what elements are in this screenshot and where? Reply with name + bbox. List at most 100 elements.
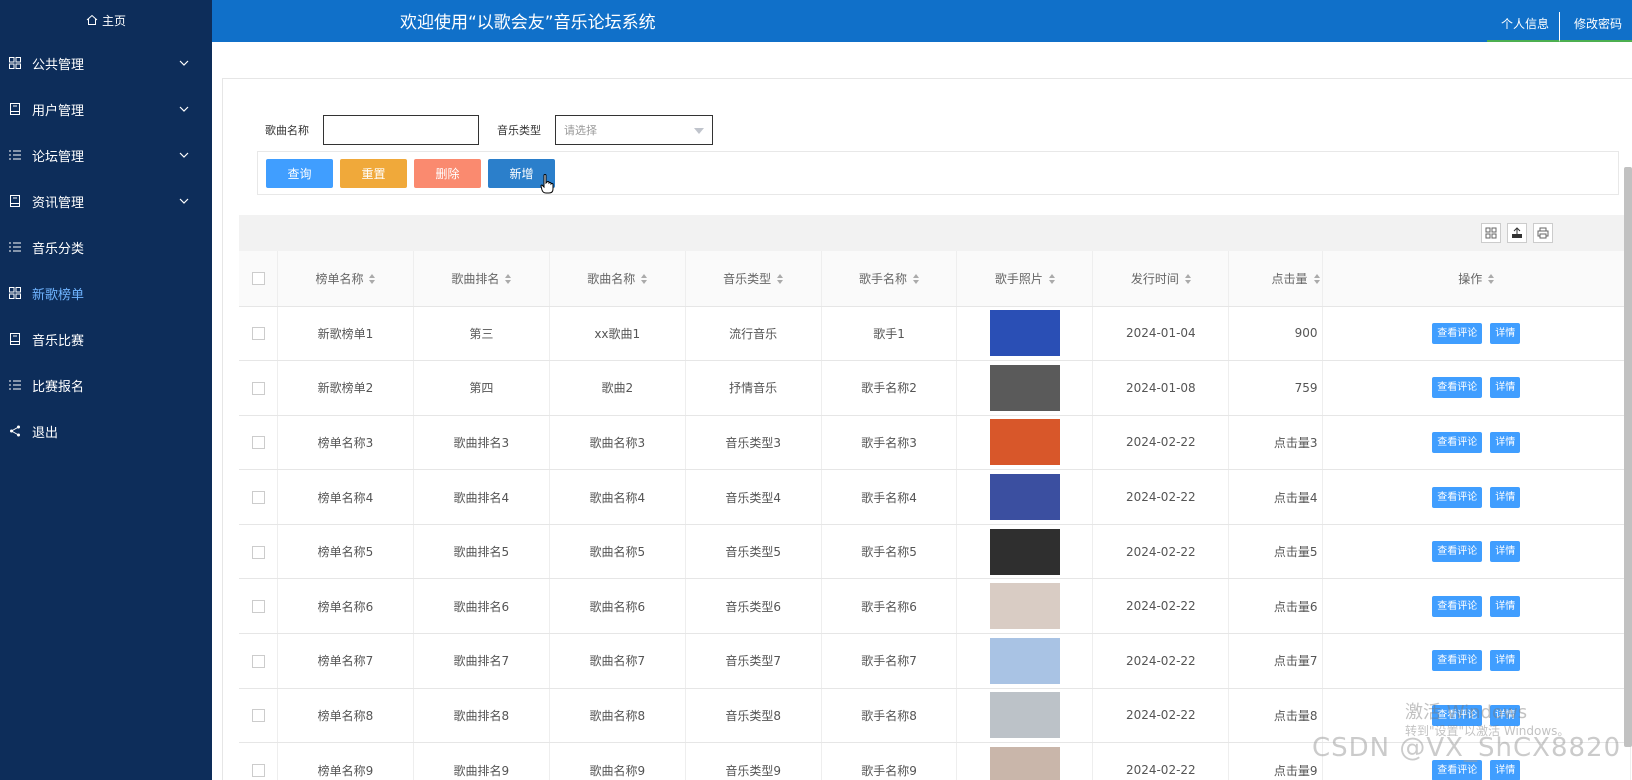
sidebar-item[interactable]: 论坛管理 [0, 132, 212, 178]
sidebar-item[interactable]: 新歌榜单 [0, 270, 212, 316]
rank-cell: 第三 [413, 306, 550, 362]
singer-photo[interactable] [989, 364, 1060, 411]
delete-button[interactable]: 删除 [414, 159, 481, 188]
table-header-row: 榜单名称 歌曲排名 歌曲名称 音乐类型 歌手名称 歌手照片 发行时间 点击量 操… [239, 251, 1632, 307]
row-checkbox[interactable] [251, 709, 265, 723]
song-name-cell: xx歌曲1 [549, 306, 686, 362]
home-icon [86, 14, 98, 25]
singer-photo[interactable] [989, 474, 1060, 521]
rank-cell: 歌曲排名6 [413, 578, 550, 635]
table-row: 新歌榜单1 第三 xx歌曲1 流行音乐 歌手1 2024-01-04 900 查看评论 详情 [239, 306, 1632, 362]
row-checkbox[interactable] [251, 381, 265, 395]
singer-photo-cell [956, 742, 1094, 780]
sidebar-item[interactable]: 公共管理 [0, 40, 212, 86]
top-header: 欢迎使用“以歌会友”音乐论坛系统 个人信息 修改密码 [212, 0, 1632, 42]
sort-icon [1488, 274, 1495, 285]
csdn-watermark: CSDN @VX_ShCX8820 [1312, 733, 1622, 763]
music-type-cell: 音乐类型6 [685, 578, 822, 635]
change-password-link[interactable]: 修改密码 [1558, 12, 1632, 42]
view-comments-button[interactable]: 查看评论 [1432, 650, 1483, 672]
detail-button[interactable]: 详情 [1490, 595, 1521, 617]
columns-filter-button[interactable] [1481, 223, 1501, 243]
view-comments-button[interactable]: 查看评论 [1432, 486, 1483, 508]
row-checkbox[interactable] [251, 654, 265, 668]
profile-link[interactable]: 个人信息 [1486, 12, 1559, 42]
print-button[interactable] [1533, 223, 1553, 243]
row-checkbox[interactable] [251, 764, 265, 778]
sidebar-item[interactable]: 用户管理 [0, 86, 212, 132]
rank-cell: 第四 [413, 360, 550, 416]
sidebar-item[interactable]: 音乐分类 [0, 224, 212, 270]
column-header[interactable]: 发行时间 [1092, 251, 1230, 307]
chevron-down-icon [179, 198, 189, 204]
detail-button[interactable]: 详情 [1490, 431, 1521, 453]
column-header[interactable]: 歌曲名称 [549, 251, 686, 307]
sidebar-item[interactable]: 退出 [0, 408, 212, 454]
chevron-down-icon [179, 152, 189, 158]
sidebar-item-label: 新歌榜单 [32, 287, 85, 303]
song-name-cell: 歌曲名称9 [549, 742, 686, 780]
view-comments-button[interactable]: 查看评论 [1432, 595, 1483, 617]
list-icon [8, 148, 22, 162]
actions-cell: 查看评论 详情 [1322, 633, 1632, 689]
column-header[interactable]: 榜单名称 [277, 251, 414, 307]
singer-photo[interactable] [989, 692, 1060, 739]
detail-button[interactable]: 详情 [1490, 650, 1521, 672]
singer-photo[interactable] [989, 310, 1060, 357]
row-checkbox[interactable] [251, 545, 265, 559]
actions-cell: 查看评论 详情 [1322, 306, 1632, 362]
release-date-cell: 2024-01-08 [1092, 360, 1230, 416]
reset-button[interactable]: 重置 [340, 159, 407, 188]
list-name-cell: 榜单名称4 [277, 469, 414, 525]
singer-name-cell: 歌手1 [821, 306, 958, 362]
singer-photo[interactable] [989, 583, 1060, 630]
column-header[interactable]: 歌手名称 [821, 251, 958, 307]
column-header[interactable]: 音乐类型 [685, 251, 822, 307]
share-icon [8, 424, 22, 438]
detail-button[interactable]: 详情 [1490, 322, 1521, 344]
view-comments-button[interactable]: 查看评论 [1432, 431, 1483, 453]
book-icon [8, 102, 22, 116]
column-header[interactable]: 点击量 [1228, 251, 1323, 307]
row-checkbox[interactable] [251, 327, 265, 341]
grid-icon [8, 56, 22, 70]
view-comments-button[interactable]: 查看评论 [1432, 541, 1483, 563]
sidebar-home[interactable]: 主页 [0, 0, 212, 40]
view-comments-button[interactable]: 查看评论 [1432, 377, 1483, 399]
column-header[interactable]: 歌手照片 [956, 251, 1094, 307]
singer-photo[interactable] [989, 747, 1060, 780]
detail-button[interactable]: 详情 [1490, 486, 1521, 508]
chevron-down-icon [694, 128, 704, 134]
singer-name-cell: 歌手名称9 [821, 742, 958, 780]
song-name-input[interactable] [323, 115, 479, 145]
column-header[interactable]: 歌曲排名 [413, 251, 550, 307]
select-all-checkbox[interactable] [251, 272, 265, 286]
release-date-cell: 2024-02-22 [1092, 415, 1230, 471]
song-name-cell: 歌曲名称8 [549, 688, 686, 744]
vertical-scrollbar[interactable] [1624, 167, 1632, 747]
row-checkbox[interactable] [251, 436, 265, 450]
detail-button[interactable]: 详情 [1490, 541, 1521, 563]
row-checkbox[interactable] [251, 491, 265, 505]
music-type-select[interactable]: 请选择 [555, 115, 713, 145]
list-name-cell: 榜单名称9 [277, 742, 414, 780]
actions-cell: 查看评论 详情 [1322, 524, 1632, 580]
music-type-cell: 音乐类型5 [685, 524, 822, 580]
sidebar-item[interactable]: 比赛报名 [0, 362, 212, 408]
singer-photo[interactable] [989, 528, 1060, 575]
detail-button[interactable]: 详情 [1490, 377, 1521, 399]
singer-photo[interactable] [989, 637, 1060, 684]
clicks-cell: 点击量6 [1228, 578, 1323, 635]
sidebar-item[interactable]: 音乐比赛 [0, 316, 212, 362]
release-date-cell: 2024-02-22 [1092, 469, 1230, 525]
singer-photo[interactable] [989, 419, 1060, 466]
release-date-cell: 2024-02-22 [1092, 578, 1230, 635]
export-button[interactable] [1507, 223, 1527, 243]
sidebar-item[interactable]: 资讯管理 [0, 178, 212, 224]
row-select-cell [239, 688, 279, 744]
column-header[interactable]: 操作 [1322, 251, 1632, 307]
row-checkbox[interactable] [251, 600, 265, 614]
view-comments-button[interactable]: 查看评论 [1432, 322, 1483, 344]
query-button[interactable]: 查询 [266, 159, 333, 188]
rank-cell: 歌曲排名3 [413, 415, 550, 471]
